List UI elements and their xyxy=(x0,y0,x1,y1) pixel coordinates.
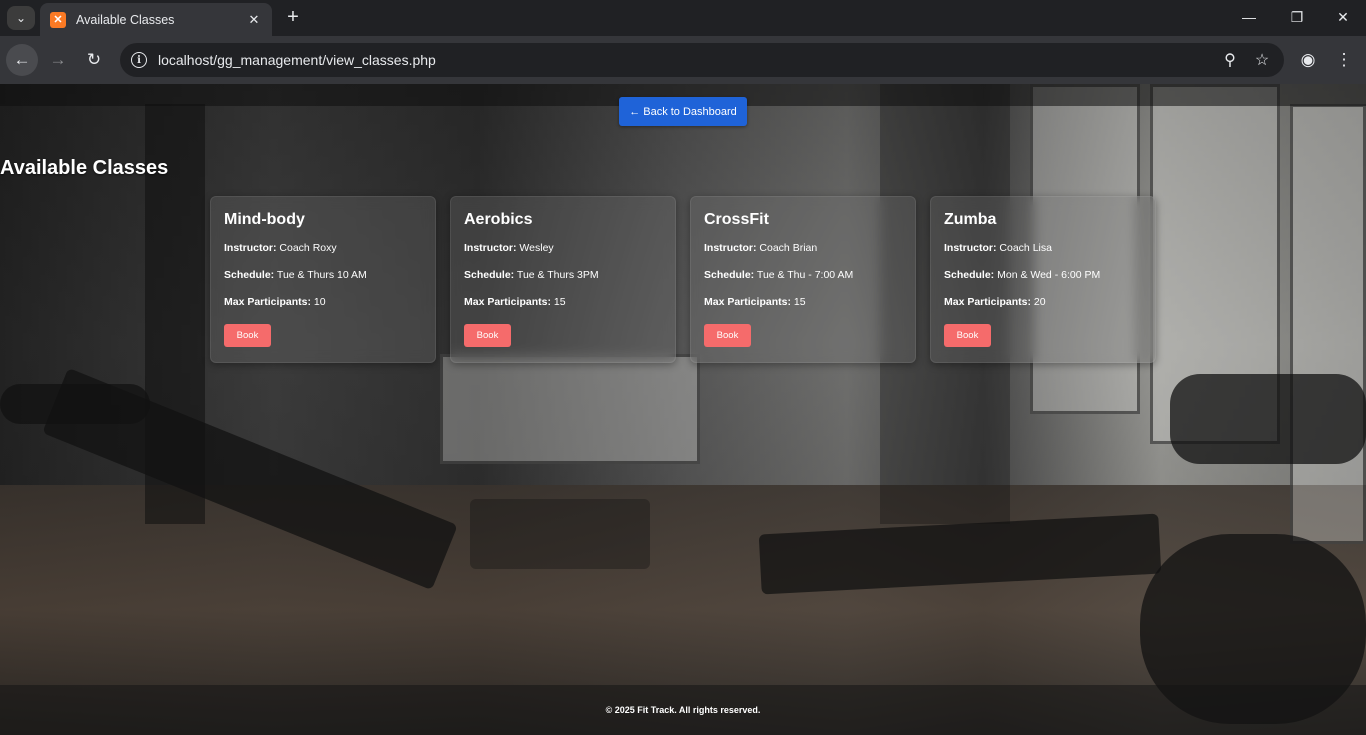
max-participants-value: 10 xyxy=(313,296,326,308)
minimize-icon[interactable]: — xyxy=(1226,3,1272,31)
class-name: Zumba xyxy=(944,211,997,228)
tab-strip: ⌄ ✕ Available Classes ✕ + — ❐ ✕ xyxy=(0,0,1366,36)
instructor-value: Coach Roxy xyxy=(279,242,337,254)
class-max-participants: Max Participants: 20 xyxy=(944,296,1142,308)
class-max-participants: Max Participants: 15 xyxy=(704,296,902,308)
instructor-label: Instructor: xyxy=(704,242,757,254)
instructor-label: Instructor: xyxy=(944,242,997,254)
profile-icon[interactable]: ◉ xyxy=(1292,44,1324,76)
class-name: Aerobics xyxy=(464,211,533,228)
class-name: CrossFit xyxy=(704,211,769,228)
schedule-label: Schedule: xyxy=(224,269,275,281)
class-card-mind-body: Mind-body Instructor: Coach Roxy Schedul… xyxy=(210,196,436,363)
background-window xyxy=(440,354,700,464)
class-instructor: Instructor: Coach Roxy xyxy=(224,242,422,254)
class-max-participants: Max Participants: 15 xyxy=(464,296,662,308)
tab-title: Available Classes xyxy=(76,12,175,27)
zoom-icon[interactable]: ⚲ xyxy=(1214,44,1246,76)
class-instructor: Instructor: Coach Brian xyxy=(704,242,902,254)
instructor-value: Wesley xyxy=(519,242,554,254)
instructor-value: Coach Lisa xyxy=(999,242,1052,254)
max-participants-label: Max Participants: xyxy=(944,296,1031,308)
schedule-label: Schedule: xyxy=(944,269,995,281)
class-max-participants: Max Participants: 10 xyxy=(224,296,422,308)
instructor-label: Instructor: xyxy=(224,242,277,254)
class-card-crossfit: CrossFit Instructor: Coach Brian Schedul… xyxy=(690,196,916,363)
url-text[interactable]: localhost/gg_management/view_classes.php xyxy=(158,52,1214,68)
menu-kebab-icon[interactable]: ⋮ xyxy=(1328,44,1360,76)
close-tab-icon[interactable]: ✕ xyxy=(246,12,262,28)
max-participants-label: Max Participants: xyxy=(464,296,551,308)
background-mat xyxy=(470,499,650,569)
reload-icon[interactable]: ↻ xyxy=(78,44,110,76)
class-schedule: Schedule: Mon & Wed - 6:00 PM xyxy=(944,269,1142,281)
class-card-zumba: Zumba Instructor: Coach Lisa Schedule: M… xyxy=(930,196,1156,363)
book-button[interactable]: Book xyxy=(224,324,271,347)
browser-toolbar: ← → ↻ i localhost/gg_management/view_cla… xyxy=(0,36,1366,84)
class-card-aerobics: Aerobics Instructor: Wesley Schedule: Tu… xyxy=(450,196,676,363)
footer-copyright: © 2025 Fit Track. All rights reserved. xyxy=(605,705,761,715)
new-tab-icon[interactable]: + xyxy=(282,5,304,29)
bookmark-star-icon[interactable]: ☆ xyxy=(1246,44,1278,76)
favicon-icon: ✕ xyxy=(50,11,66,28)
schedule-value: Tue & Thurs 3PM xyxy=(516,269,599,281)
background-dumbbell-rack xyxy=(1170,374,1366,464)
schedule-label: Schedule: xyxy=(464,269,515,281)
close-window-icon[interactable]: ✕ xyxy=(1320,3,1366,31)
book-button[interactable]: Book xyxy=(704,324,751,347)
instructor-value: Coach Brian xyxy=(759,242,818,254)
tab-search-chevron-icon[interactable]: ⌄ xyxy=(7,6,35,30)
page-viewport: ← Back to Dashboard Available Classes Mi… xyxy=(0,84,1366,735)
book-button[interactable]: Book xyxy=(464,324,511,347)
address-bar[interactable]: i localhost/gg_management/view_classes.p… xyxy=(120,43,1284,77)
schedule-label: Schedule: xyxy=(704,269,755,281)
max-participants-label: Max Participants: xyxy=(704,296,791,308)
page-title: Available Classes xyxy=(0,157,169,179)
footer: © 2025 Fit Track. All rights reserved. xyxy=(0,685,1366,735)
max-participants-label: Max Participants: xyxy=(224,296,311,308)
class-schedule: Schedule: Tue & Thu - 7:00 AM xyxy=(704,269,902,281)
restore-icon[interactable]: ❐ xyxy=(1274,3,1320,31)
instructor-label: Instructor: xyxy=(464,242,517,254)
class-name: Mind-body xyxy=(224,211,305,228)
schedule-value: Tue & Thu - 7:00 AM xyxy=(756,269,854,281)
book-button[interactable]: Book xyxy=(944,324,991,347)
site-info-icon[interactable]: i xyxy=(131,52,147,68)
class-instructor: Instructor: Wesley xyxy=(464,242,662,254)
max-participants-value: 15 xyxy=(553,296,566,308)
class-instructor: Instructor: Coach Lisa xyxy=(944,242,1142,254)
tab-available-classes[interactable]: ✕ Available Classes ✕ xyxy=(40,3,272,36)
schedule-value: Mon & Wed - 6:00 PM xyxy=(997,269,1101,281)
back-to-dashboard-button[interactable]: ← Back to Dashboard xyxy=(619,97,747,126)
forward-arrow-icon[interactable]: → xyxy=(42,44,74,76)
back-arrow-icon[interactable]: ← xyxy=(6,44,38,76)
max-participants-value: 20 xyxy=(1033,296,1046,308)
class-schedule: Schedule: Tue & Thurs 10 AM xyxy=(224,269,422,281)
background-window xyxy=(1290,104,1366,544)
schedule-value: Tue & Thurs 10 AM xyxy=(276,269,367,281)
class-schedule: Schedule: Tue & Thurs 3PM xyxy=(464,269,662,281)
max-participants-value: 15 xyxy=(793,296,806,308)
